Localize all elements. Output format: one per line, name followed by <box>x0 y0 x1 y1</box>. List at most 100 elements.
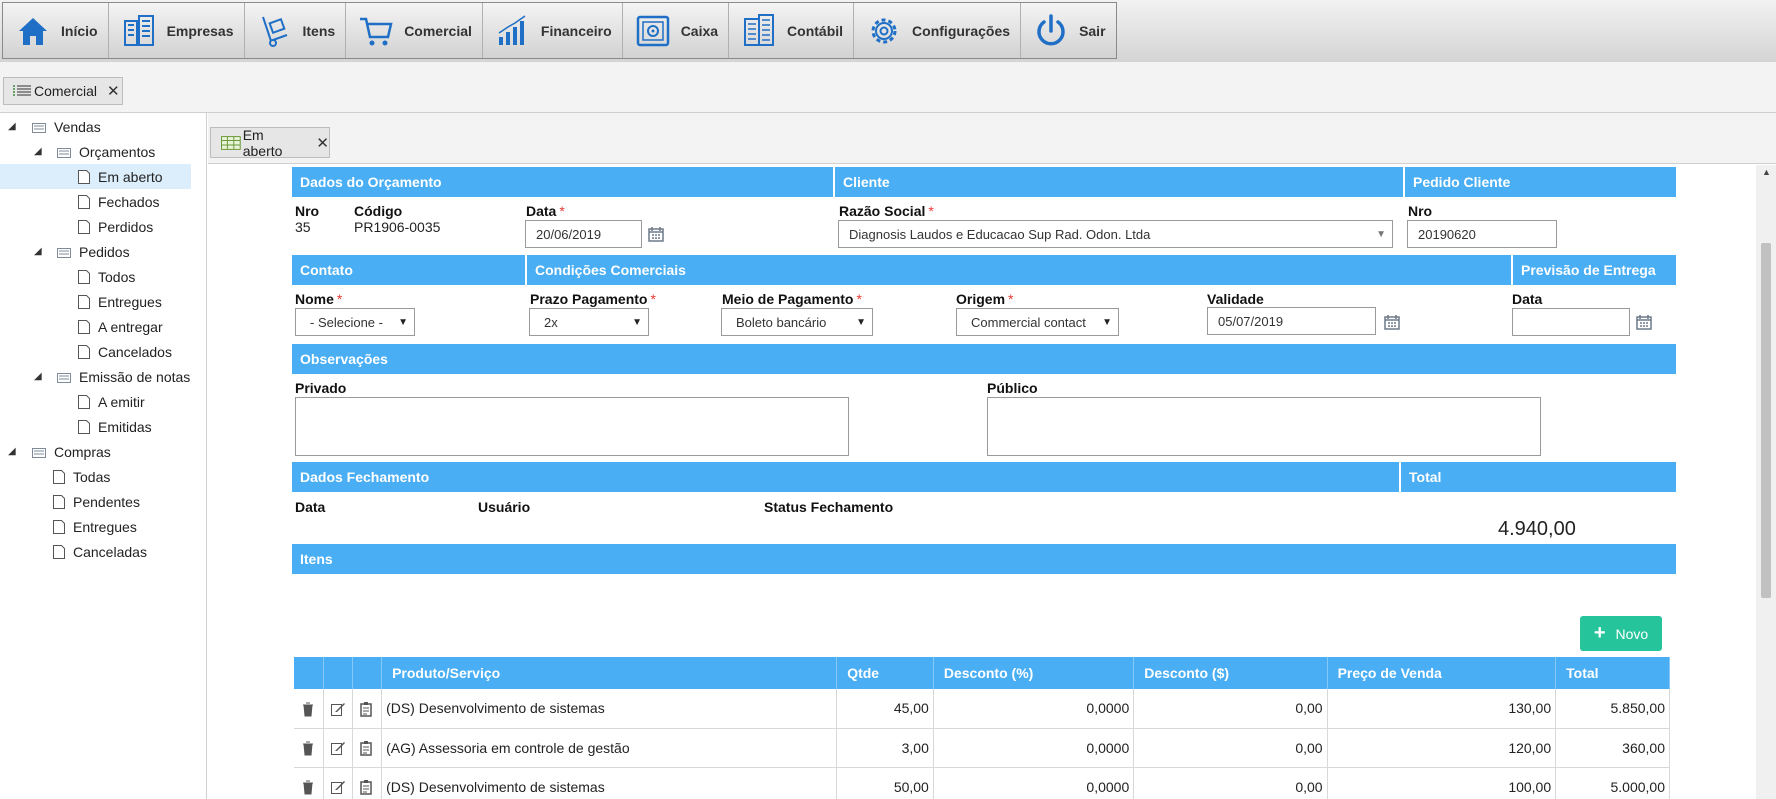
collapse-arrow-icon[interactable]: ◢ <box>34 371 42 382</box>
origem-select[interactable]: Commercial contact ▼ <box>956 308 1119 336</box>
origem-value: Commercial contact <box>971 314 1086 330</box>
tree-label: Emissão de notas <box>79 368 191 385</box>
nro-label: Nro <box>295 203 320 219</box>
vertical-scrollbar[interactable]: ▲ <box>1756 165 1776 799</box>
edit-icon[interactable] <box>330 779 346 795</box>
document-icon <box>53 469 65 484</box>
menu-configuracoes[interactable]: Configurações <box>854 3 1022 58</box>
gear-icon <box>871 18 897 43</box>
menu-inicio[interactable]: Início <box>3 3 109 58</box>
tree-node-cancelados[interactable]: Cancelados <box>78 339 172 364</box>
calendar-icon[interactable] <box>1636 314 1652 330</box>
menu-itens[interactable]: Itens <box>245 3 347 58</box>
tree-label: Pendentes <box>73 493 140 510</box>
menu-caixa[interactable]: Caixa <box>623 3 730 58</box>
scroll-up-icon[interactable]: ▲ <box>1762 167 1771 177</box>
tree-node-emitidas[interactable]: Emitidas <box>78 414 152 439</box>
tree-node-fechados[interactable]: Fechados <box>78 189 159 214</box>
qtde-cell: 45,00 <box>836 689 934 729</box>
menu-label: Início <box>61 22 98 39</box>
grid-icon <box>221 135 241 150</box>
edit-icon[interactable] <box>330 701 346 717</box>
tree-label: Entregues <box>73 518 137 535</box>
desconto-pct-cell: 0,0000 <box>933 689 1135 729</box>
trash-icon[interactable] <box>300 779 316 795</box>
prazo-pagamento-select[interactable]: 2x ▼ <box>529 308 649 336</box>
razao-social-label: Razão Social * <box>839 203 934 219</box>
collapse-arrow-icon[interactable]: ◢ <box>34 146 42 157</box>
nome-value: - Selecione - <box>310 314 383 330</box>
validade-input[interactable]: 05/07/2019 <box>1207 307 1376 335</box>
close-icon[interactable]: ✕ <box>107 82 120 100</box>
document-icon <box>78 219 90 234</box>
folder-icon <box>57 372 71 383</box>
pedido-nro-input[interactable]: 20190620 <box>1407 220 1557 248</box>
tree-node-orcamentos[interactable]: Orçamentos <box>57 139 155 164</box>
section-condicoes-comerciais: Condições Comerciais <box>527 255 1511 285</box>
tree-node-a-emitir[interactable]: A emitir <box>78 389 145 414</box>
tab-comercial[interactable]: Comercial ✕ <box>3 77 123 105</box>
scrollbar-thumb[interactable] <box>1761 243 1771 598</box>
collapse-arrow-icon[interactable]: ◢ <box>34 246 42 257</box>
validade-label: Validade <box>1207 291 1264 307</box>
menu-sair[interactable]: Sair <box>1021 3 1115 58</box>
tree-node-a-entregar[interactable]: A entregar <box>78 314 163 339</box>
folder-icon <box>57 247 71 258</box>
total-cell: 5.000,00 <box>1555 767 1670 799</box>
menu-contabil[interactable]: Contábil <box>729 3 855 58</box>
clipboard-icon[interactable] <box>359 701 375 717</box>
razao-social-select[interactable]: Diagnosis Laudos e Educacao Sup Rad. Odo… <box>838 220 1393 248</box>
clipboard-icon[interactable] <box>359 740 375 756</box>
close-icon[interactable]: ✕ <box>316 134 329 152</box>
codigo-value: PR1906-0035 <box>354 219 441 235</box>
tree-node-pedidos[interactable]: Pedidos <box>57 239 130 264</box>
novo-button[interactable]: + Novo <box>1580 616 1662 651</box>
tree-node-vendas[interactable]: Vendas <box>32 114 101 139</box>
tree-label: Pedidos <box>79 243 130 260</box>
desconto-val-cell: 0,00 <box>1133 767 1328 799</box>
calendar-icon[interactable] <box>648 226 664 242</box>
clipboard-icon[interactable] <box>359 779 375 795</box>
nome-label: Nome * <box>295 291 343 307</box>
desconto-val-cell: 0,00 <box>1133 728 1328 768</box>
trash-icon[interactable] <box>300 740 316 756</box>
tree-node-todos[interactable]: Todos <box>78 264 135 289</box>
tree-label: Canceladas <box>73 543 147 560</box>
previsao-data-input[interactable] <box>1512 308 1630 336</box>
tree-node-entregues[interactable]: Entregues <box>78 289 162 314</box>
hand-truck-icon <box>261 16 287 47</box>
tab-em-aberto[interactable]: Em aberto ✕ <box>210 127 330 159</box>
privado-textarea[interactable] <box>295 397 849 456</box>
content-tab-strip: Em aberto ✕ <box>208 113 1776 164</box>
copy-cell <box>352 767 383 799</box>
nome-select[interactable]: - Selecione - ▼ <box>295 308 415 336</box>
collapse-arrow-icon[interactable]: ◢ <box>8 121 16 132</box>
tree-node-emissao-notas[interactable]: Emissão de notas <box>57 364 190 389</box>
collapse-arrow-icon[interactable]: ◢ <box>8 446 16 457</box>
menu-empresas[interactable]: Empresas <box>109 3 245 58</box>
tree-node-todas[interactable]: Todas <box>53 464 110 489</box>
tree-label: Entregues <box>98 293 162 310</box>
tree-node-em-aberto[interactable]: Em aberto <box>0 164 191 189</box>
table-row: (DS) Desenvolvimento de sistemas 50,00 0… <box>294 767 1670 799</box>
bar-chart-icon <box>498 14 526 45</box>
tree-node-pendentes[interactable]: Pendentes <box>53 489 140 514</box>
tree-node-canceladas[interactable]: Canceladas <box>53 539 147 564</box>
trash-icon[interactable] <box>300 701 316 717</box>
delete-cell <box>294 767 324 799</box>
menu-comercial[interactable]: Comercial <box>346 3 483 58</box>
tree-node-compras[interactable]: Compras <box>32 439 111 464</box>
tab-label: Comercial <box>34 83 98 99</box>
publico-textarea[interactable] <box>987 397 1541 456</box>
menu-financeiro[interactable]: Financeiro <box>483 3 623 58</box>
calendar-icon[interactable] <box>1384 314 1400 330</box>
data-input[interactable]: 20/06/2019 <box>525 220 642 248</box>
edit-icon[interactable] <box>330 740 346 756</box>
section-total: Total <box>1401 462 1676 492</box>
tree-node-perdidos[interactable]: Perdidos <box>78 214 153 239</box>
plus-icon: + <box>1593 622 1606 644</box>
section-previsao-entrega: Previsão de Entrega <box>1513 255 1676 285</box>
tree-node-entregues-compras[interactable]: Entregues <box>53 514 137 539</box>
meio-pagamento-select[interactable]: Boleto bancário ▼ <box>721 308 873 336</box>
publico-label: Público <box>987 380 1038 396</box>
